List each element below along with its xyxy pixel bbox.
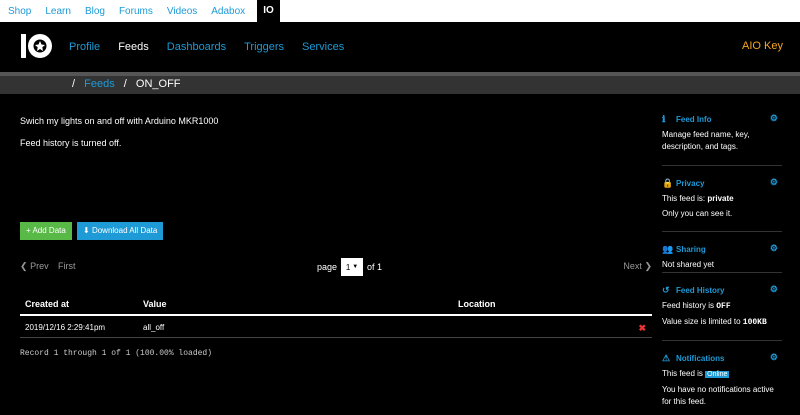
sidebar: ℹ Feed Info ⚙ Manage feed name, key, des… <box>662 112 782 408</box>
feed-info-text: Manage feed name, key, description, and … <box>662 130 750 151</box>
privacy-value: private <box>707 194 734 203</box>
notifications-label: Notifications <box>676 353 725 363</box>
data-table: Created at Value Location 2019/12/16 2:2… <box>20 294 652 338</box>
nav-triggers[interactable]: Triggers <box>244 41 284 53</box>
chevron-left-icon: ❮ <box>20 261 28 271</box>
online-badge: Online <box>705 371 730 378</box>
page-select-value: 1 <box>345 262 351 272</box>
sharing-text: Not shared yet <box>662 260 715 269</box>
lock-icon: 🔒 <box>662 177 674 188</box>
feed-info-title[interactable]: ℹ Feed Info ⚙ <box>662 112 782 126</box>
privacy-section: 🔒 Privacy ⚙ This feed is: private Only y… <box>662 166 782 232</box>
privacy-text: This feed is: private <box>662 193 782 205</box>
nav-dashboards[interactable]: Dashboards <box>167 41 226 53</box>
chevron-down-icon: ▼ <box>352 264 359 270</box>
download-icon: ⬇ <box>83 226 90 235</box>
warning-icon: ⚠ <box>662 352 671 363</box>
feed-history-prefix: Feed history is <box>662 301 717 310</box>
page-total: of 1 <box>367 262 383 272</box>
table-row[interactable]: 2019/12/16 2:29:41pm all_off ✖ <box>20 316 652 338</box>
pagination: ❮ Prev First page 1 ▼ of 1 Next ❯ <box>20 258 652 278</box>
page-select[interactable]: 1 ▼ <box>341 258 364 276</box>
add-data-button[interactable]: + Add Data <box>20 222 72 240</box>
privacy-note: Only you can see it. <box>662 209 733 218</box>
info-icon: ℹ <box>662 113 666 124</box>
privacy-prefix: This feed is: <box>662 194 708 203</box>
io-logo-icon[interactable] <box>20 31 54 61</box>
gear-icon[interactable]: ⚙ <box>770 243 778 254</box>
cell-value: all_off <box>143 323 165 332</box>
feed-history-value: OFF <box>716 302 731 311</box>
feed-info-label: Feed Info <box>676 114 712 124</box>
page-selector-group: page 1 ▼ of 1 <box>317 258 382 276</box>
next-link[interactable]: Next ❯ <box>623 261 652 272</box>
breadcrumb: / Feeds / ON_OFF <box>72 78 181 90</box>
aio-key-link[interactable]: AIO Key <box>742 40 783 52</box>
gear-icon[interactable]: ⚙ <box>770 113 778 124</box>
notifications-title[interactable]: ⚠ Notifications ⚙ <box>662 351 782 365</box>
breadcrumb-divider <box>0 72 800 76</box>
breadcrumb-separator: / <box>72 78 76 90</box>
nav-profile[interactable]: Profile <box>69 41 100 53</box>
topnav-videos[interactable]: Videos <box>167 6 197 17</box>
col-created-at[interactable]: Created at <box>25 299 69 309</box>
users-icon: 👥 <box>662 243 674 254</box>
breadcrumb-bar: / Feeds / ON_OFF <box>0 72 800 94</box>
page-label: page <box>317 262 338 272</box>
prev-label: Prev <box>30 261 49 271</box>
value-size-value: 100KB <box>742 318 767 327</box>
col-value[interactable]: Value <box>143 299 167 309</box>
feed-description: Swich my lights on and off with Arduino … <box>20 116 219 126</box>
breadcrumb-separator: / <box>123 78 127 90</box>
site-top-nav: Shop Learn Blog Forums Videos Adabox IO <box>0 0 800 22</box>
notifications-prefix: This feed is <box>662 369 706 378</box>
gear-icon[interactable]: ⚙ <box>770 177 778 188</box>
feed-info-section: ℹ Feed Info ⚙ Manage feed name, key, des… <box>662 112 782 166</box>
value-size-prefix: Value size is limited to <box>662 317 743 326</box>
main-nav: Profile Feeds Dashboards Triggers Servic… <box>69 22 362 72</box>
io-header: Profile Feeds Dashboards Triggers Servic… <box>0 22 800 72</box>
topnav-shop[interactable]: Shop <box>8 6 31 17</box>
feed-history-message: Feed history is turned off. <box>20 138 122 148</box>
breadcrumb-current: ON_OFF <box>135 78 181 90</box>
history-icon: ↺ <box>662 284 670 295</box>
value-size-limit: Value size is limited to 100KB <box>662 316 782 329</box>
feed-history-label: Feed History <box>676 285 725 295</box>
topnav-forums[interactable]: Forums <box>119 6 153 17</box>
notifications-status: This feed is Online <box>662 368 782 381</box>
col-location[interactable]: Location <box>458 299 496 309</box>
topnav-learn[interactable]: Learn <box>45 6 71 17</box>
topnav-adabox[interactable]: Adabox <box>211 6 245 17</box>
next-label: Next <box>623 261 642 271</box>
breadcrumb-feeds-link[interactable]: Feeds <box>84 78 115 90</box>
topnav-io[interactable]: IO <box>257 0 280 22</box>
privacy-label: Privacy <box>676 178 705 188</box>
nav-feeds[interactable]: Feeds <box>118 41 149 53</box>
feed-history-state: Feed history is OFF <box>662 300 782 313</box>
download-all-data-button[interactable]: ⬇ Download All Data <box>77 222 164 240</box>
cell-created: 2019/12/16 2:29:41pm <box>25 323 106 332</box>
notifications-section: ⚠ Notifications ⚙ This feed is Online Yo… <box>662 341 782 408</box>
chevron-right-icon: ❯ <box>644 261 652 271</box>
feed-history-section: ↺ Feed History ⚙ Feed history is OFF Val… <box>662 273 782 341</box>
sharing-section: 👥 Sharing ⚙ Not shared yet <box>662 232 782 273</box>
download-label: Download All Data <box>91 226 158 235</box>
sharing-label: Sharing <box>676 244 706 254</box>
gear-icon[interactable]: ⚙ <box>770 352 778 363</box>
delete-icon[interactable]: ✖ <box>638 323 646 334</box>
sharing-title[interactable]: 👥 Sharing ⚙ <box>662 242 782 256</box>
topnav-blog[interactable]: Blog <box>85 6 105 17</box>
notifications-text: You have no notifications active for thi… <box>662 385 774 406</box>
gear-icon[interactable]: ⚙ <box>770 284 778 295</box>
privacy-title[interactable]: 🔒 Privacy ⚙ <box>662 176 782 190</box>
first-link[interactable]: First <box>58 261 76 271</box>
feed-history-title[interactable]: ↺ Feed History ⚙ <box>662 283 782 297</box>
table-header: Created at Value Location <box>20 294 652 316</box>
prev-link[interactable]: ❮ Prev <box>20 261 49 272</box>
records-summary: Record 1 through 1 of 1 (100.00% loaded) <box>20 349 213 358</box>
nav-services[interactable]: Services <box>302 41 344 53</box>
